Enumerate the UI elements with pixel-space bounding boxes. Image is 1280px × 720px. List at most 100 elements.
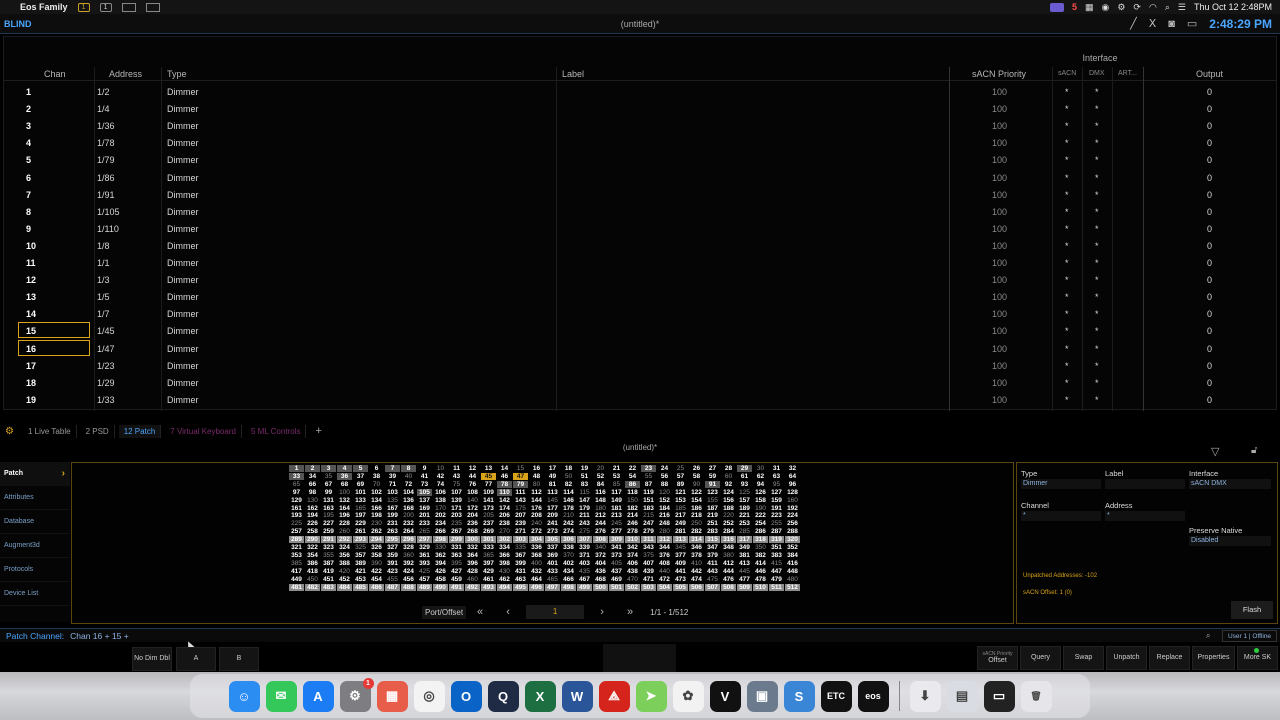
label-field[interactable] (1105, 479, 1185, 489)
table-row[interactable]: 6 1/86 Dimmer 100 * * 0 (4, 169, 1276, 186)
sacn-cell[interactable]: * (1065, 121, 1069, 131)
address-cell[interactable]: 231 (385, 520, 400, 527)
address-cell[interactable]: 177 (545, 505, 560, 512)
address-cell[interactable]: 142 (497, 497, 512, 504)
address-cell[interactable]: 52 (593, 473, 608, 480)
type-cell[interactable]: Dimmer (167, 292, 199, 302)
address-cell[interactable]: 500 (593, 583, 608, 591)
address-cell[interactable]: 334 (497, 544, 512, 551)
sacn-cell[interactable]: * (1065, 275, 1069, 285)
address-cell[interactable]: 87 (641, 481, 656, 488)
add-tab-button[interactable]: + (310, 423, 326, 439)
address-cell[interactable]: 417 (289, 568, 304, 575)
address-cell[interactable]: 471 (641, 576, 656, 583)
address-cell[interactable]: 382 (753, 552, 768, 559)
address-cell[interactable]: 289 (289, 536, 304, 544)
type-cell[interactable]: Dimmer (167, 326, 199, 336)
address-cell[interactable]: 436 (593, 568, 608, 575)
table-row[interactable]: 4 1/78 Dimmer 100 * * 0 (4, 134, 1276, 151)
address-cell[interactable]: 481 (289, 583, 304, 591)
table-row[interactable]: 14 1/7 Dimmer 100 * * 0 (4, 305, 1276, 322)
priority-cell[interactable]: 100 (992, 224, 1007, 234)
app-status-icon[interactable]: ◉ (1101, 2, 1109, 13)
address-cell[interactable]: 165 (353, 505, 368, 512)
address-cell[interactable]: 43 (449, 473, 464, 480)
address-cell[interactable]: 491 (449, 583, 464, 591)
address-cell[interactable]: 42 (433, 473, 448, 480)
photos-icon[interactable]: ✿ (672, 680, 704, 712)
address-cell[interactable]: 121 (673, 489, 688, 496)
address-cell[interactable]: 2 (305, 465, 320, 472)
address-cell[interactable]: 440 (657, 568, 672, 575)
layout-1-icon[interactable]: 1 (77, 2, 90, 12)
address-cell[interactable]: 456 (401, 576, 416, 583)
address-cell[interactable]: 319 (769, 536, 784, 544)
type-cell[interactable]: Dimmer (167, 87, 199, 97)
layout-2-icon[interactable]: 1 (99, 2, 112, 12)
address-cell[interactable]: 28 (721, 465, 736, 472)
address-cell[interactable]: 90 (689, 481, 704, 488)
address-cell[interactable]: 185 (673, 505, 688, 512)
address-cell[interactable]: 80 (529, 481, 544, 488)
address-cell[interactable]: 242 (561, 520, 576, 527)
last-page-icon[interactable]: » (622, 606, 638, 618)
address-cell[interactable]: 38 (369, 473, 384, 480)
table-row[interactable]: 3 1/36 Dimmer 100 * * 0 (4, 117, 1276, 134)
address-cell[interactable]: 501 (609, 583, 624, 591)
address-cell[interactable]: 146 (561, 497, 576, 504)
address-cell[interactable]: 385 (289, 560, 304, 567)
address-cell[interactable]: 454 (369, 576, 384, 583)
address-cell[interactable]: 343 (641, 544, 656, 551)
chan-cell[interactable]: 11 (26, 258, 36, 268)
address-cell[interactable]: 268 (465, 528, 480, 535)
settings-icon[interactable]: ⚙ (1117, 2, 1125, 13)
address-cell[interactable]: 174 (497, 505, 512, 512)
dmx-cell[interactable]: * (1095, 378, 1099, 388)
table-row[interactable]: 19 1/33 Dimmer 100 * * 0 (4, 391, 1276, 408)
address-cell[interactable]: 67 (321, 481, 336, 488)
address-cell[interactable]: 191 (769, 505, 784, 512)
address-cell[interactable]: 194 (305, 512, 320, 519)
address-cell[interactable]: 240 (529, 520, 544, 527)
address-cell[interactable]: 405 (609, 560, 624, 567)
address-cell[interactable]: 398 (497, 560, 512, 567)
address-cell[interactable]: 331 (449, 544, 464, 551)
address-cell[interactable]: 1/3 (97, 275, 110, 285)
address-cell[interactable]: 49 (545, 473, 560, 480)
address-cell[interactable]: 41 (417, 473, 432, 480)
address-cell[interactable]: 316 (721, 536, 736, 544)
address-cell[interactable]: 81 (545, 481, 560, 488)
address-cell[interactable]: 106 (433, 489, 448, 496)
address-cell[interactable]: 236 (465, 520, 480, 527)
address-cell[interactable]: 111 (513, 489, 528, 496)
address-cell[interactable]: 99 (321, 489, 336, 496)
address-cell[interactable]: 215 (641, 512, 656, 519)
address-cell[interactable]: 411 (705, 560, 720, 567)
address-cell[interactable]: 383 (769, 552, 784, 559)
address-cell[interactable]: 254 (753, 520, 768, 527)
address-cell[interactable]: 259 (321, 528, 336, 535)
tab-7-virtual-keyboard[interactable]: 7 Virtual Keyboard (165, 424, 242, 438)
address-cell[interactable]: 310 (625, 536, 640, 544)
app-store-icon[interactable]: A (302, 680, 334, 712)
address-cell[interactable]: 117 (609, 489, 624, 496)
address-cell[interactable]: 23 (641, 465, 656, 472)
dmx-cell[interactable]: * (1095, 326, 1099, 336)
address-cell[interactable]: 37 (353, 473, 368, 480)
address-cell[interactable]: 166 (369, 505, 384, 512)
address-cell[interactable]: 3 (321, 465, 336, 472)
address-cell[interactable]: 218 (689, 512, 704, 519)
address-cell[interactable]: 355 (321, 552, 336, 559)
properties-softkey[interactable]: Properties (1192, 646, 1235, 670)
address-cell[interactable]: 252 (721, 520, 736, 527)
col-output[interactable]: Output (1196, 69, 1223, 79)
priority-cell[interactable]: 100 (992, 326, 1007, 336)
sacn-cell[interactable]: * (1065, 241, 1069, 251)
address-cell[interactable]: 278 (625, 528, 640, 535)
address-cell[interactable]: 102 (369, 489, 384, 496)
address-cell[interactable]: 8 (401, 465, 416, 472)
address-cell[interactable]: 338 (561, 544, 576, 551)
address-cell[interactable]: 78 (497, 480, 512, 488)
address-cell[interactable]: 292 (337, 536, 352, 544)
address-cell[interactable]: 244 (593, 520, 608, 527)
